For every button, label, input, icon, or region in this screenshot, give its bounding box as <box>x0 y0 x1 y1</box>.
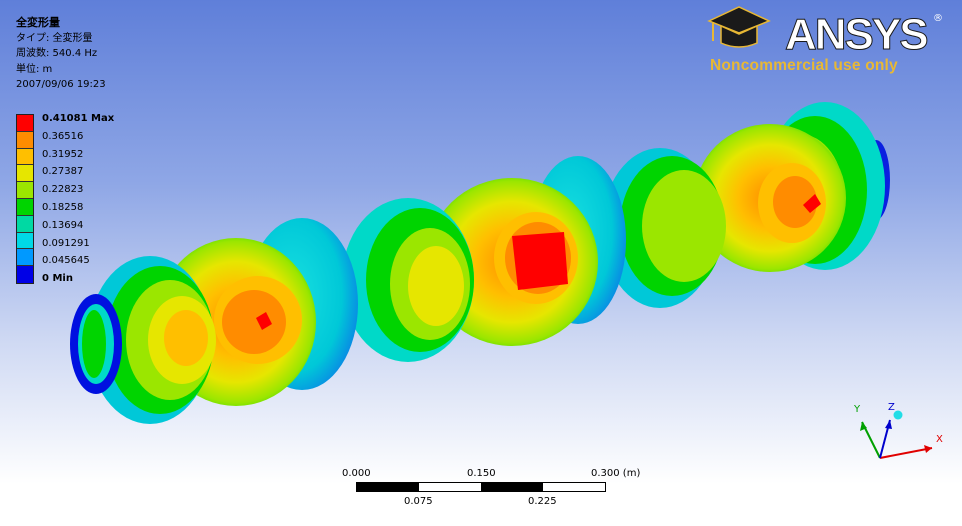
triad-z-label: Z <box>888 402 895 413</box>
svg-text:®: ® <box>933 13 943 24</box>
end-cap-left <box>70 294 122 394</box>
cavity-cell-3 <box>342 198 474 362</box>
scale-bar: 0.000 0.150 0.300 (m) 0.075 0.225 <box>340 468 640 518</box>
noncommercial-notice: Noncommercial use only <box>710 57 898 74</box>
scale-label-300: 0.300 (m) <box>591 468 641 479</box>
scale-label-225: 0.225 <box>528 496 557 507</box>
scale-label-0: 0.000 <box>342 468 371 479</box>
axis-triad-icon <box>860 410 933 459</box>
scale-label-150: 0.150 <box>467 468 496 479</box>
model-viewport[interactable] <box>0 0 962 526</box>
scale-label-75: 0.075 <box>404 496 433 507</box>
coordinate-triad[interactable]: Y Z X <box>846 396 956 470</box>
triad-x-label: X <box>936 434 943 445</box>
scale-bar-graphic <box>356 482 606 492</box>
graduation-cap-icon: ANSYS ® <box>707 6 943 60</box>
ansys-wordmark: ANSYS <box>785 10 927 59</box>
triad-y-label: Y <box>854 404 861 415</box>
ansys-logo: ANSYS ® Noncommercial use only <box>705 3 945 77</box>
